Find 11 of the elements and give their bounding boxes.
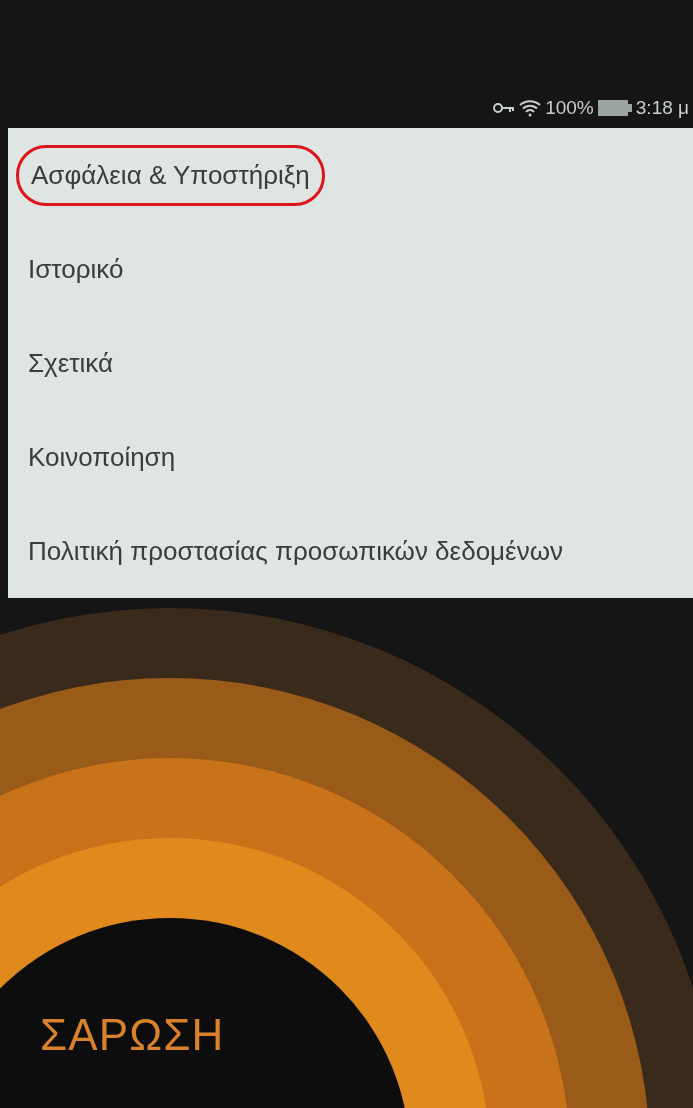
menu-item[interactable]: Ιστορικό xyxy=(28,249,124,289)
scan-button[interactable]: ΣΑΡΩΣΗ xyxy=(40,1002,225,1068)
clock: 3:18 μ xyxy=(635,95,689,120)
wifi-icon xyxy=(519,99,542,117)
menu-item[interactable]: Σχετικά xyxy=(28,343,114,383)
menu-item[interactable]: Πολιτική προστασίας προσωπικών δεδομένων xyxy=(28,531,563,571)
battery-percent: 100% xyxy=(545,95,594,120)
battery-icon xyxy=(597,100,632,116)
menu-item[interactable]: Κοινοποίηση xyxy=(28,437,176,477)
key-icon xyxy=(493,102,516,114)
menu-item[interactable]: Ασφάλεια & Υποστήριξη xyxy=(16,144,325,206)
